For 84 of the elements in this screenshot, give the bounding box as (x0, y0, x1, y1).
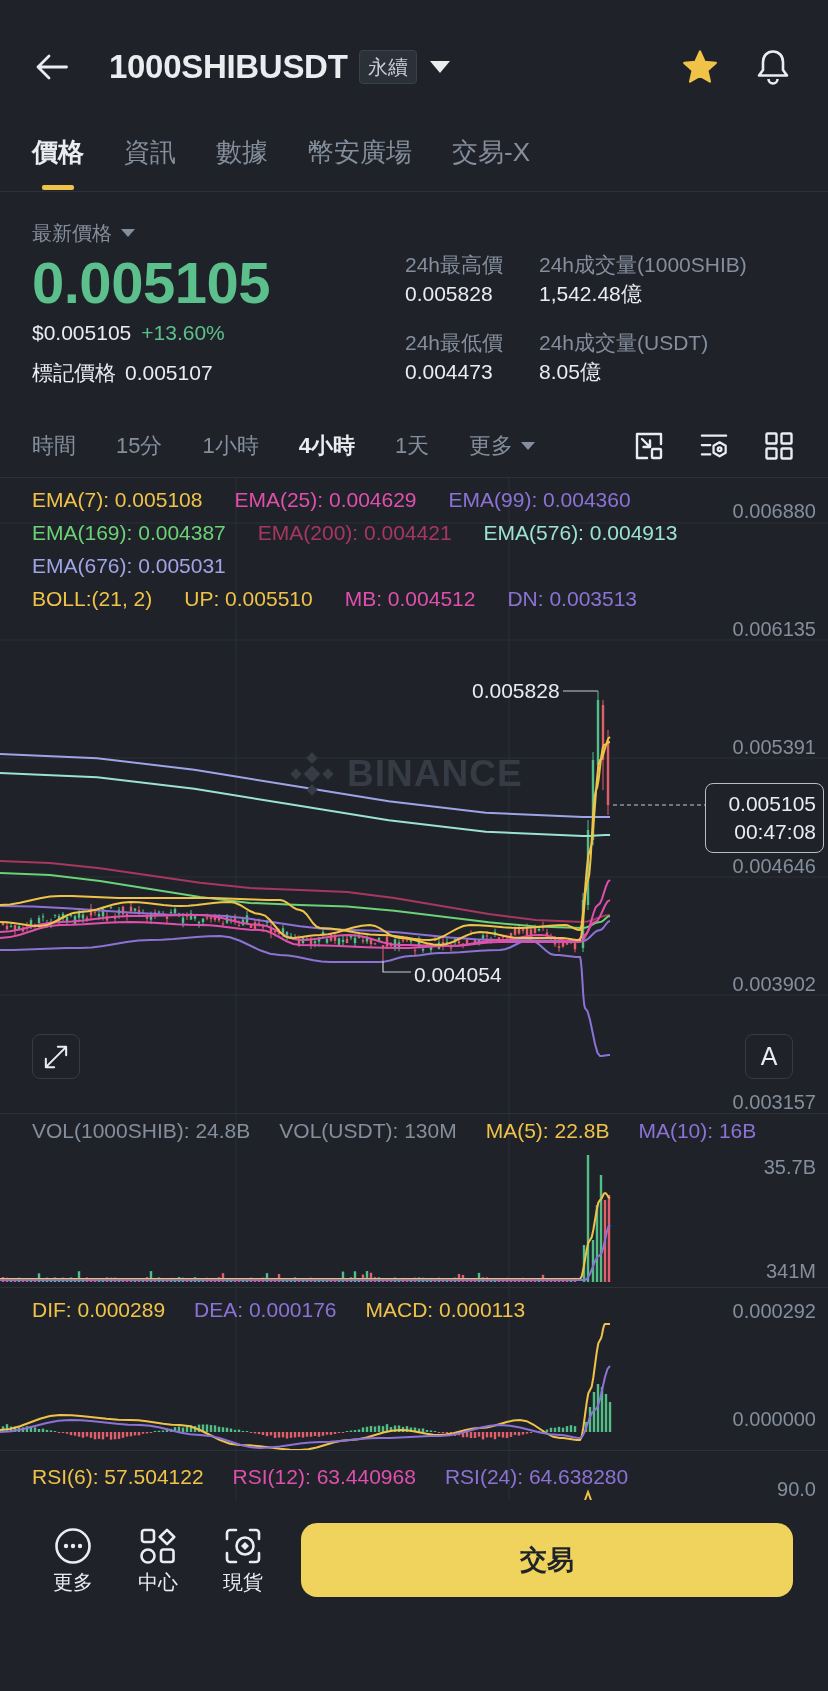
indicator-value: DIF: 0.000289 (32, 1297, 166, 1323)
indicator-value: BOLL:(21, 2) (32, 586, 153, 612)
mark-price-label: 標記價格 (32, 360, 116, 386)
indicator-value: EMA(7): 0.005108 (32, 487, 203, 513)
indicator-value: RSI(6): 57.504122 (32, 1464, 204, 1490)
grid-icon[interactable] (765, 431, 793, 460)
price-axis-label: 0.005391 (732, 735, 816, 760)
mark-price-value: 0.005107 (125, 360, 213, 386)
rsi-line (584, 1489, 592, 1500)
price-axis-label: 0.003157 (732, 1090, 816, 1114)
price-change-percent: +13.60% (141, 320, 225, 346)
interval-tab[interactable]: 15分 (116, 430, 163, 461)
interval-tab[interactable]: 1天 (395, 430, 430, 461)
trade-button[interactable]: 交易 (301, 1523, 793, 1597)
stat-label: 24h最低價 (405, 330, 505, 356)
leader-line (562, 690, 599, 692)
stat-value: 0.005828 (405, 281, 494, 307)
indicator-value: DN: 0.003513 (507, 586, 638, 612)
bell-icon[interactable] (756, 49, 790, 85)
indicator-value: EMA(25): 0.004629 (234, 487, 417, 513)
tab[interactable]: 資訊 (124, 137, 176, 191)
center-button[interactable]: 中心 (120, 1523, 196, 1594)
scan-coin-icon (225, 1528, 261, 1564)
indicator-value: EMA(200): 0.004421 (257, 520, 452, 546)
expand-button[interactable] (32, 1034, 80, 1079)
expand-icon (44, 1044, 68, 1069)
tag-price: 0.005105 (728, 791, 816, 817)
interval-label: 時間 (32, 431, 76, 460)
price-axis-label: 0.006880 (732, 499, 816, 523)
more-icon (55, 1528, 91, 1564)
dropdown-caret-icon[interactable] (429, 61, 450, 73)
interval-tab[interactable]: 1小時 (202, 430, 259, 461)
symbol-title[interactable]: 1000SHIBUSDT (109, 47, 348, 87)
corner-arrow-icon[interactable] (635, 431, 663, 460)
indicator-value: EMA(169): 0.004387 (32, 520, 226, 546)
indicator-value: VOL(USDT): 130M (279, 1118, 457, 1144)
back-arrow-icon[interactable] (36, 54, 68, 80)
indicator-value: DEA: 0.000176 (194, 1297, 337, 1323)
low-price-label: 0.004054 (414, 963, 502, 987)
stat-label: 24h成交量(1000SHIB) (539, 252, 747, 278)
contract-type-tag: 永續 (358, 50, 417, 84)
stat-value: 1,542.48億 (539, 281, 643, 307)
price-axis-label: 0.006135 (732, 617, 816, 642)
shapes-icon (140, 1528, 176, 1564)
tab[interactable]: 數據 (216, 137, 268, 191)
macd-axis-label: 0.000000 (732, 1407, 816, 1431)
indicator-value: MA(10): 16B (638, 1118, 757, 1144)
more-intervals-dropdown[interactable]: 更多 (469, 430, 536, 461)
caret-icon (521, 441, 536, 450)
indicator-value: RSI(12): 63.440968 (232, 1464, 416, 1490)
interval-tab[interactable]: 4小時 (298, 430, 355, 461)
price-type-dropdown[interactable]: 最新價格 (32, 220, 135, 246)
caret-icon (121, 229, 135, 237)
star-icon[interactable] (682, 50, 718, 84)
last-price: 0.005105 (32, 253, 271, 313)
usd-price: $0.005105 (32, 320, 132, 346)
spot-button[interactable]: 現貨 (205, 1523, 281, 1594)
indicator-value: MACD: 0.000113 (365, 1297, 526, 1323)
rsi-axis-label: 90.0 (777, 1477, 816, 1501)
stat-label: 24h最高價 (405, 252, 505, 278)
stat-label: 24h成交量(USDT) (539, 330, 710, 356)
stat-value: 8.05億 (539, 359, 602, 385)
indicator-value: UP: 0.005510 (184, 586, 313, 612)
price-axis-label: 0.004646 (732, 853, 816, 878)
price-axis-label: 0.003902 (732, 971, 816, 996)
volume-axis-label: 341M (765, 1259, 816, 1283)
tab[interactable]: 交易-X (452, 137, 530, 191)
auto-scale-button[interactable]: A (745, 1034, 793, 1079)
indicator-value: VOL(1000SHIB): 24.8B (32, 1118, 251, 1144)
indicator-value: EMA(676): 0.005031 (32, 553, 226, 579)
indicator-value: EMA(576): 0.004913 (483, 520, 678, 546)
countdown-timer: 00:47:08 (734, 819, 816, 845)
tab[interactable]: 幣安廣場 (308, 137, 412, 191)
indicator-value: RSI(24): 64.638280 (444, 1464, 629, 1490)
indicator-value: EMA(99): 0.004360 (448, 487, 631, 513)
more-button[interactable]: 更多 (35, 1523, 111, 1594)
leader-line (382, 960, 412, 973)
volume-axis-label: 35.7B (763, 1155, 816, 1179)
tab[interactable]: 價格 (32, 137, 84, 191)
indicator-value: MB: 0.004512 (344, 586, 476, 612)
macd-axis-label: 0.000292 (732, 1299, 816, 1323)
high-price-label: 0.005828 (472, 679, 560, 703)
indicator-value: MA(5): 22.8B (485, 1118, 610, 1144)
stat-value: 0.004473 (405, 359, 494, 385)
